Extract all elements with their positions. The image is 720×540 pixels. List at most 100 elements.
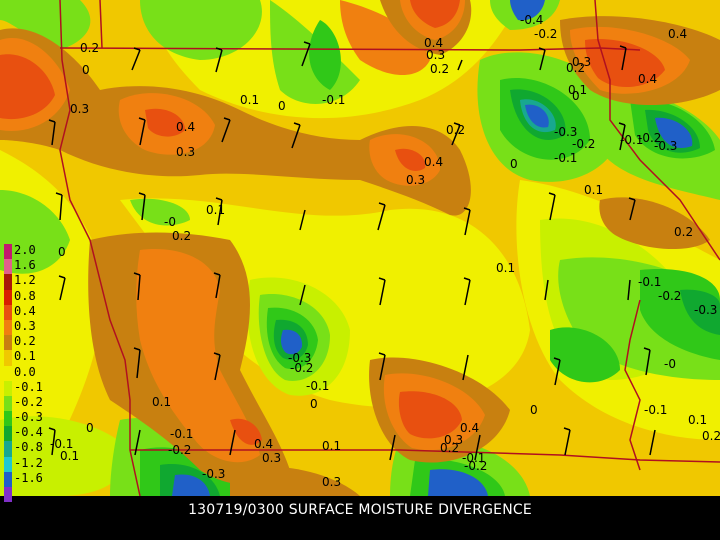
contour-label: 0.2 xyxy=(430,62,449,76)
contour-label: 0.3 xyxy=(406,173,425,187)
legend-label: 0.8 xyxy=(14,288,36,303)
contour-label: 0.3 xyxy=(262,451,281,465)
contour-label: 0.4 xyxy=(176,120,195,134)
contour-label: 0.1 xyxy=(152,395,171,409)
contour-label: 0.4 xyxy=(668,27,687,41)
contour-label: 0 xyxy=(86,421,94,435)
contour-label: 0.1 xyxy=(206,203,225,217)
legend-entry: 0.1 xyxy=(4,349,50,366)
contour-label: -0.3 xyxy=(202,467,225,481)
legend-swatch xyxy=(4,487,12,503)
legend-entry: 1.2 xyxy=(4,273,50,290)
contour-label: 0.2 xyxy=(702,429,720,443)
legend-swatch xyxy=(4,456,12,472)
legend-swatch xyxy=(4,244,12,260)
map-caption: 130719/0300 SURFACE MOISTURE DIVERGENCE xyxy=(188,502,532,518)
contour-label: -0.1 xyxy=(638,275,661,289)
contour-label: 0.1 xyxy=(60,449,79,463)
legend-swatch xyxy=(4,350,12,366)
contour-label: 0.1 xyxy=(322,439,341,453)
contour-label: 0 xyxy=(58,245,66,259)
divergence-field xyxy=(0,0,720,496)
contour-label: -0.2 xyxy=(572,137,595,151)
legend-label: 1.6 xyxy=(14,258,36,273)
legend-entry: -0.8 xyxy=(4,440,50,457)
contour-label: 0 xyxy=(278,99,286,113)
legend-entry: 0.4 xyxy=(4,303,50,320)
legend-label: -1.2 xyxy=(14,455,43,470)
contour-label: 0 xyxy=(530,403,538,417)
contour-label: -0.2 xyxy=(658,289,681,303)
legend-label: -1.6 xyxy=(14,470,43,485)
moisture-divergence-map: 0.200.30.40.30.1 0 -0.10.40.30.20.20.40.3-… xyxy=(0,0,720,496)
contour-label: -0.2 xyxy=(168,443,191,457)
legend-swatch xyxy=(4,471,12,487)
legend-swatch xyxy=(4,259,12,275)
contour-label: -0 xyxy=(164,215,176,229)
legend-entry: 0.2 xyxy=(4,334,50,351)
contour-label: 0.3 xyxy=(176,145,195,159)
legend-swatch xyxy=(4,335,12,351)
legend-swatch xyxy=(4,411,12,427)
contour-label: -0.1 xyxy=(644,403,667,417)
legend-entry: -1.6 xyxy=(4,470,50,487)
legend-swatch xyxy=(4,365,12,381)
legend-entry: 0.0 xyxy=(4,364,50,381)
contour-label: -0.1 xyxy=(322,93,345,107)
legend-label: 0.0 xyxy=(14,364,36,379)
contour-label: -0.3 xyxy=(654,139,677,153)
legend-label: -0.4 xyxy=(14,425,43,440)
legend-entry: 1.6 xyxy=(4,258,50,275)
legend-entry: 2.0 xyxy=(4,243,50,260)
legend-label: 0.1 xyxy=(14,349,36,364)
legend-label: -0.3 xyxy=(14,410,43,425)
legend-entry: 0.3 xyxy=(4,318,50,336)
legend-label: 1.2 xyxy=(14,273,36,288)
legend-swatch xyxy=(4,289,12,305)
contour-label: 0 xyxy=(510,157,518,171)
legend-swatch xyxy=(4,426,12,442)
contour-label: -0.2 xyxy=(464,459,487,473)
contour-label: 0.1 xyxy=(688,413,707,427)
legend-swatch xyxy=(4,274,12,290)
legend-label: -0.2 xyxy=(14,394,43,409)
contour-label: 0.2 xyxy=(172,229,191,243)
contour-label: 0.2 xyxy=(80,41,99,55)
contour-label: 0.2 xyxy=(674,225,693,239)
contour-label: 0.2 xyxy=(566,61,585,75)
contour-label: -0.2 xyxy=(534,27,557,41)
legend-label: 2.0 xyxy=(14,243,36,257)
contour-label: 0.3 xyxy=(70,102,89,116)
contour-label: 0.3 xyxy=(322,475,341,489)
color-legend: 2.0 1.6 1.2 0.8 0.4 0.3 0.2 0.1 0.0 -0.1 -0.2 -0.3-… xyxy=(4,243,50,503)
contour-label: 0 xyxy=(572,89,580,103)
legend-swatch xyxy=(4,395,12,412)
contour-label: -0.2 xyxy=(290,361,313,375)
legend-entry: -1.2 xyxy=(4,455,50,472)
contour-label: -0.1 xyxy=(170,427,193,441)
legend-entry: -0.2 xyxy=(4,394,50,412)
contour-label: 0.4 xyxy=(638,72,657,86)
legend-swatch xyxy=(4,441,12,457)
legend-entry: -0.3 xyxy=(4,410,50,427)
legend-label: 0.4 xyxy=(14,303,36,318)
contour-label: -0 xyxy=(664,357,676,371)
contour-label: 0.1 xyxy=(240,93,259,107)
legend-label: -0.1 xyxy=(14,379,43,394)
contour-label: -0.4 xyxy=(520,13,543,27)
legend-swatch xyxy=(4,304,12,320)
contour-label: 0.4 xyxy=(424,155,443,169)
contour-label: 0.1 xyxy=(584,183,603,197)
contour-label: 0 xyxy=(82,63,90,77)
contour-label: 0.3 xyxy=(426,48,445,62)
legend-entry: 0.8 xyxy=(4,288,50,305)
legend-label: 0.2 xyxy=(14,334,36,349)
contour-label: 0 xyxy=(310,397,318,411)
legend-swatch xyxy=(4,319,12,336)
legend-label: 0.3 xyxy=(14,318,36,333)
legend-swatch xyxy=(4,380,12,396)
contour-label: 0.1 xyxy=(496,261,515,275)
contour-label: -0.1 xyxy=(306,379,329,393)
legend-label: -0.8 xyxy=(14,440,43,455)
contour-label: -0.1 xyxy=(554,151,577,165)
